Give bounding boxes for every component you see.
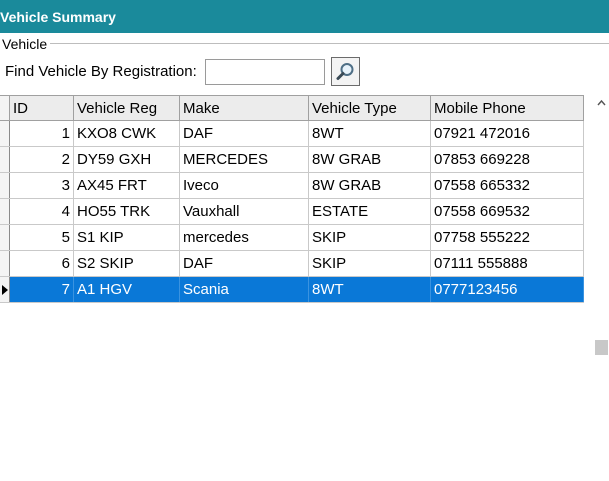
cell-id[interactable]: 1 — [10, 121, 74, 146]
cell-vehicle-type[interactable]: 8WT — [309, 121, 431, 146]
cell-id[interactable]: 2 — [10, 147, 74, 172]
cell-make[interactable]: Scania — [180, 277, 309, 302]
row-selector[interactable] — [0, 199, 10, 224]
table-row[interactable]: 5 S1 KIP mercedes SKIP 07758 555222 — [0, 225, 584, 251]
cell-vehicle-type[interactable]: SKIP — [309, 251, 431, 276]
cell-make[interactable]: DAF — [180, 121, 309, 146]
vehicle-group-label: Vehicle — [2, 36, 50, 52]
cell-vehicle-type[interactable]: 8W GRAB — [309, 147, 431, 172]
vehicle-grid: ID Vehicle Reg Make Vehicle Type Mobile … — [0, 95, 584, 303]
cell-mobile-phone[interactable]: 07921 472016 — [431, 121, 584, 146]
cell-id[interactable]: 3 — [10, 173, 74, 198]
magnifier-icon — [336, 63, 354, 80]
row-selector[interactable] — [0, 277, 10, 302]
cell-vehicle-reg[interactable]: S2 SKIP — [74, 251, 180, 276]
row-selector[interactable] — [0, 121, 10, 146]
window-title: Vehicle Summary — [0, 9, 116, 25]
cell-mobile-phone[interactable]: 07558 669532 — [431, 199, 584, 224]
scroll-thumb[interactable] — [595, 340, 608, 355]
cell-make[interactable]: Iveco — [180, 173, 309, 198]
cell-vehicle-reg[interactable]: DY59 GXH — [74, 147, 180, 172]
cell-id[interactable]: 6 — [10, 251, 74, 276]
group-divider — [50, 43, 609, 44]
cell-make[interactable]: Vauxhall — [180, 199, 309, 224]
table-row[interactable]: 7 A1 HGV Scania 8WT 0777123456 — [0, 277, 584, 303]
cell-vehicle-reg[interactable]: HO55 TRK — [74, 199, 180, 224]
cell-vehicle-reg[interactable]: KXO8 CWK — [74, 121, 180, 146]
cell-mobile-phone[interactable]: 0777123456 — [431, 277, 584, 302]
column-header-vehicle-reg[interactable]: Vehicle Reg — [74, 96, 180, 120]
registration-search-input[interactable] — [205, 59, 325, 85]
cell-vehicle-reg[interactable]: AX45 FRT — [74, 173, 180, 198]
find-vehicle-label: Find Vehicle By Registration: — [5, 63, 197, 80]
cell-vehicle-reg[interactable]: A1 HGV — [74, 277, 180, 302]
table-row[interactable]: 3 AX45 FRT Iveco 8W GRAB 07558 665332 — [0, 173, 584, 199]
row-selector[interactable] — [0, 173, 10, 198]
row-selector[interactable] — [0, 147, 10, 172]
cell-mobile-phone[interactable]: 07758 555222 — [431, 225, 584, 250]
cell-mobile-phone[interactable]: 07111 555888 — [431, 251, 584, 276]
column-header-mobile-phone[interactable]: Mobile Phone — [431, 96, 584, 120]
column-header-vehicle-type[interactable]: Vehicle Type — [309, 96, 431, 120]
row-selector[interactable] — [0, 225, 10, 250]
table-row[interactable]: 6 S2 SKIP DAF SKIP 07111 555888 — [0, 251, 584, 277]
vertical-scrollbar[interactable] — [594, 95, 609, 481]
cell-make[interactable]: mercedes — [180, 225, 309, 250]
table-row[interactable]: 2 DY59 GXH MERCEDES 8W GRAB 07853 669228 — [0, 147, 584, 173]
cell-id[interactable]: 4 — [10, 199, 74, 224]
cell-vehicle-type[interactable]: ESTATE — [309, 199, 431, 224]
search-button[interactable] — [331, 57, 360, 86]
column-header-id[interactable]: ID — [10, 96, 74, 120]
cell-vehicle-type[interactable]: SKIP — [309, 225, 431, 250]
column-header-make[interactable]: Make — [180, 96, 309, 120]
current-row-arrow-icon — [2, 285, 8, 295]
row-selector[interactable] — [0, 251, 10, 276]
grid-header-row: ID Vehicle Reg Make Vehicle Type Mobile … — [0, 95, 584, 121]
cell-vehicle-type[interactable]: 8W GRAB — [309, 173, 431, 198]
scroll-up-arrow-icon[interactable] — [597, 99, 606, 107]
cell-id[interactable]: 7 — [10, 277, 74, 302]
cell-mobile-phone[interactable]: 07853 669228 — [431, 147, 584, 172]
cell-mobile-phone[interactable]: 07558 665332 — [431, 173, 584, 198]
table-row[interactable]: 1 KXO8 CWK DAF 8WT 07921 472016 — [0, 121, 584, 147]
cell-make[interactable]: DAF — [180, 251, 309, 276]
cell-vehicle-reg[interactable]: S1 KIP — [74, 225, 180, 250]
title-bar: Vehicle Summary — [0, 0, 609, 33]
cell-make[interactable]: MERCEDES — [180, 147, 309, 172]
cell-id[interactable]: 5 — [10, 225, 74, 250]
row-selector-header[interactable] — [0, 96, 10, 120]
table-row[interactable]: 4 HO55 TRK Vauxhall ESTATE 07558 669532 — [0, 199, 584, 225]
cell-vehicle-type[interactable]: 8WT — [309, 277, 431, 302]
